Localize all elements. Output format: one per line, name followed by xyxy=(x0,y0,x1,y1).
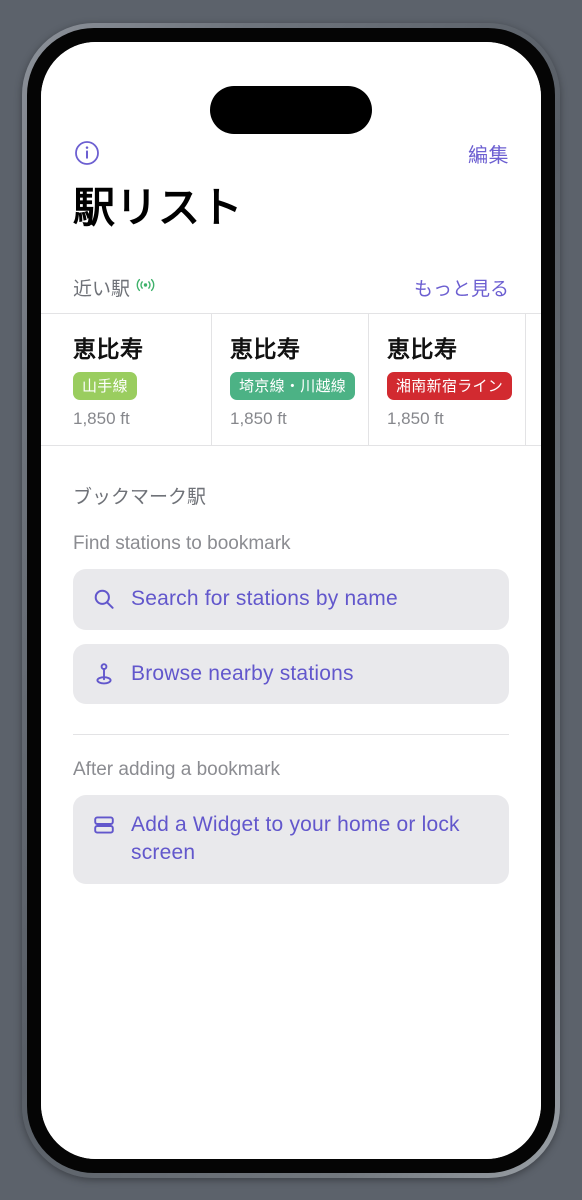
nearby-stations-scroller[interactable]: 恵比寿 山手線 1,850 ft 恵比寿 埼京線・川越線 1,850 ft 恵比… xyxy=(41,313,541,447)
station-name: 恵比寿 xyxy=(73,336,144,363)
nearby-section-header: 近い駅 もっと見る xyxy=(41,232,541,301)
signpost-pin-icon xyxy=(91,661,117,687)
phone-screen: 編集 駅リスト 近い駅 もっと見る 恵比寿 山手線 1,850 ft 恵比寿 埼… xyxy=(41,42,541,1159)
edit-button[interactable]: 編集 xyxy=(468,139,509,168)
nearby-section-label: 近い駅 xyxy=(73,279,131,301)
station-list-app: 編集 駅リスト 近い駅 もっと見る 恵比寿 山手線 1,850 ft 恵比寿 埼… xyxy=(41,42,541,1159)
broadcast-signal-icon xyxy=(136,277,155,298)
station-distance: 1,850 ft xyxy=(387,409,444,429)
info-circle-icon[interactable] xyxy=(73,139,101,167)
page-title: 駅リスト xyxy=(73,184,244,231)
station-card[interactable]: 恵比寿 埼京線・川越線 1,850 ft xyxy=(212,314,369,446)
browse-nearby-button[interactable]: Browse nearby stations xyxy=(73,643,509,704)
see-more-link[interactable]: もっと見る xyxy=(414,274,509,301)
station-card[interactable]: 恵比寿 山手線 1,850 ft xyxy=(41,314,212,446)
browse-nearby-label: Browse nearby stations xyxy=(131,661,354,685)
phone-bezel: 編集 駅リスト 近い駅 もっと見る 恵比寿 山手線 1,850 ft 恵比寿 埼… xyxy=(27,28,555,1173)
station-card[interactable]: 恵比寿 湘南新宿ライン 1,850 ft xyxy=(369,314,526,446)
widget-stack-icon xyxy=(91,812,117,838)
nearby-title-group: 近い駅 xyxy=(73,274,155,301)
widget-action-list: Add a Widget to your home or lock screen xyxy=(41,794,541,884)
add-widget-button[interactable]: Add a Widget to your home or lock screen xyxy=(73,794,509,884)
add-widget-label: Add a Widget to your home or lock screen xyxy=(131,812,460,865)
dynamic-island xyxy=(210,86,372,134)
search-stations-label: Search for stations by name xyxy=(131,587,398,611)
phone-frame: 編集 駅リスト 近い駅 もっと見る 恵比寿 山手線 1,850 ft 恵比寿 埼… xyxy=(22,23,560,1178)
station-name: 恵比寿 xyxy=(387,336,458,363)
station-card[interactable]: 恵比寿 日 2,2 xyxy=(526,314,541,445)
search-stations-button[interactable]: Search for stations by name xyxy=(73,569,509,630)
bookmark-section-label: ブックマーク駅 xyxy=(73,487,207,509)
after-bookmark-label: After adding a bookmark xyxy=(73,758,281,780)
line-badge: 山手線 xyxy=(73,372,137,401)
find-stations-label: Find stations to bookmark xyxy=(73,533,291,555)
bookmark-action-list: Search for stations by name Browse nearb… xyxy=(41,569,541,704)
station-name: 恵比寿 xyxy=(230,336,301,363)
line-badge: 湘南新宿ライン xyxy=(387,372,513,401)
line-badge: 埼京線・川越線 xyxy=(230,372,356,401)
station-distance: 1,850 ft xyxy=(73,409,130,429)
nearby-stations-row: 恵比寿 山手線 1,850 ft 恵比寿 埼京線・川越線 1,850 ft 恵比… xyxy=(41,314,541,446)
station-distance: 1,850 ft xyxy=(230,409,287,429)
search-icon xyxy=(91,586,117,612)
